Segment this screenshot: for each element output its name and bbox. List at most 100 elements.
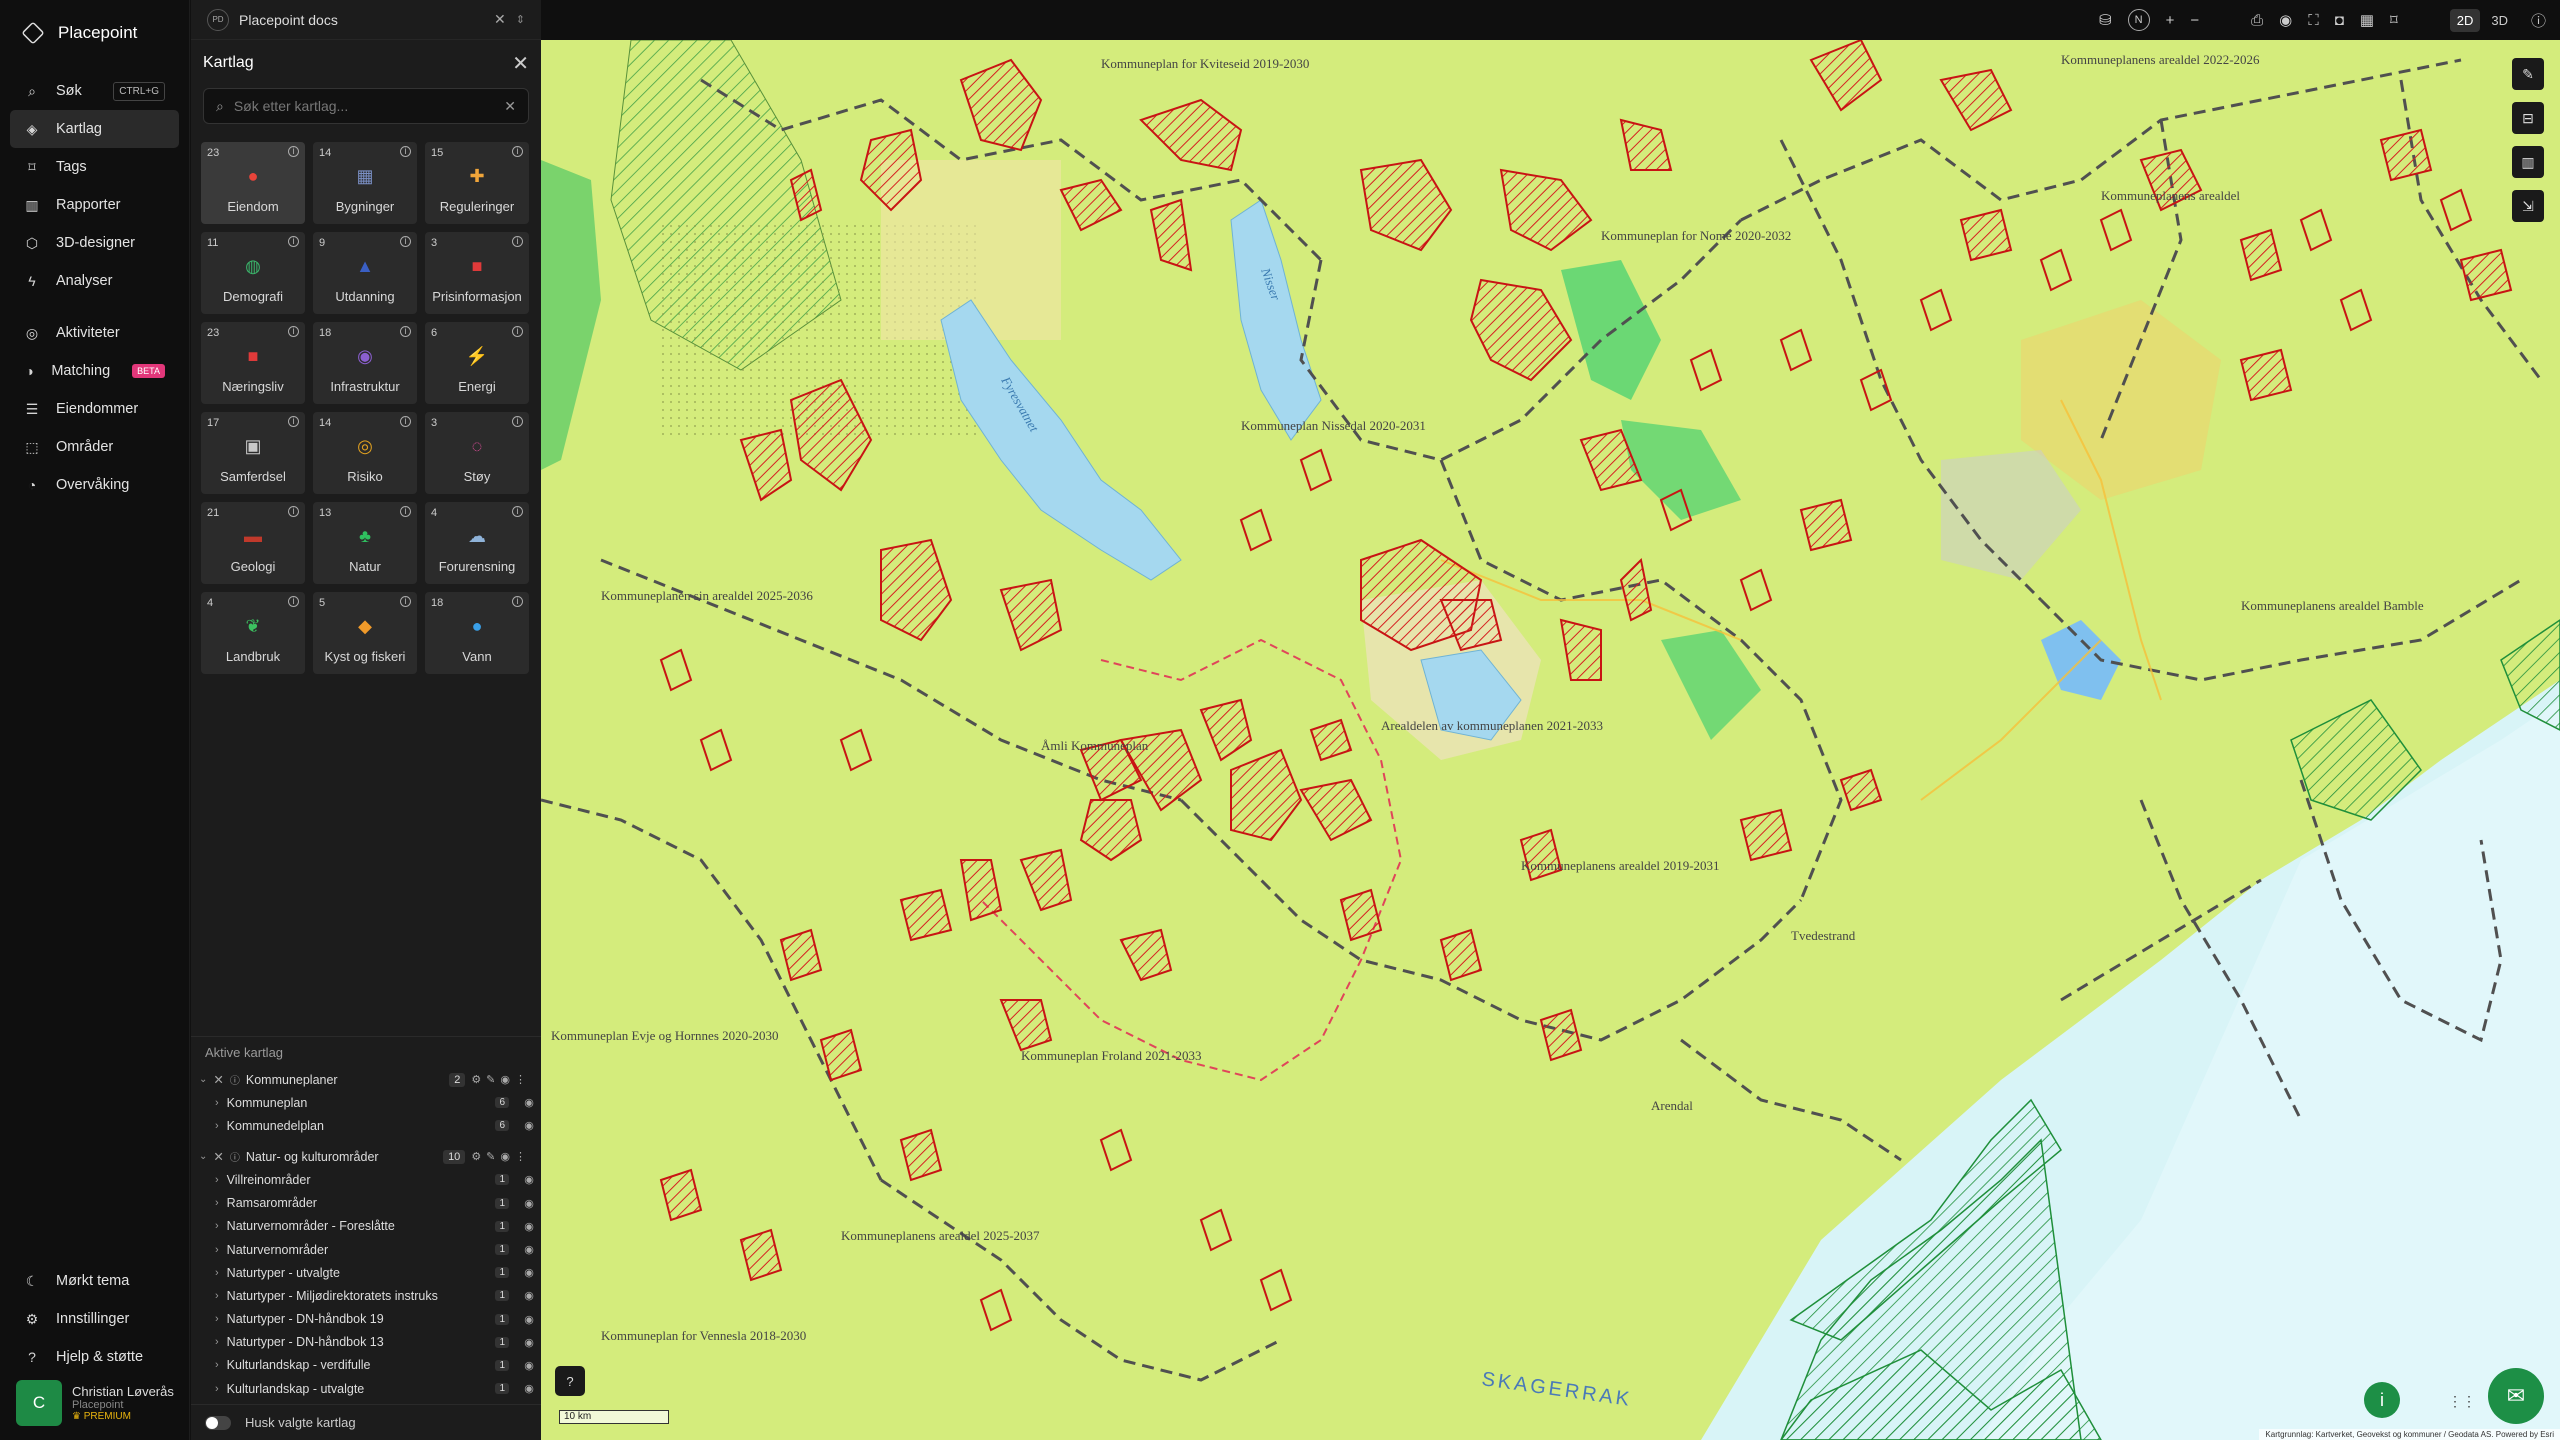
layer-row[interactable]: › Kulturlandskap - utvalgte 1 ◉ (191, 1377, 541, 1400)
layer-row[interactable]: › Naturtyper - DN-håndbok 13 1 ◉ (191, 1331, 541, 1354)
close-panel-icon[interactable]: ✕ (512, 51, 529, 76)
chevron-right-icon[interactable]: › (215, 1290, 219, 1302)
chevron-right-icon[interactable]: › (215, 1120, 219, 1132)
measure-tool-icon[interactable]: ⊟ (2512, 102, 2544, 134)
visibility-eye-icon[interactable]: ◉ (517, 1266, 541, 1279)
layer-row[interactable]: › Naturtyper - Miljødirektoratets instruk… (191, 1284, 541, 1307)
nav-item-kartlag[interactable]: ◈ Kartlag (10, 110, 179, 148)
chart-tool-icon[interactable]: ▥ (2512, 146, 2544, 178)
info-icon[interactable]: i (288, 326, 299, 337)
category-tile-energi[interactable]: 6 i ⚡ Energi (425, 322, 529, 404)
zoom-out-icon[interactable]: − (2190, 12, 2199, 29)
zoom-in-icon[interactable]: + (2166, 12, 2175, 29)
brand[interactable]: Placepoint (0, 0, 189, 66)
category-tile-forurensning[interactable]: 4 i ☁ Forurensning (425, 502, 529, 584)
info-icon[interactable]: ⓘ (230, 1072, 240, 1087)
remove-group-icon[interactable]: ✕ (213, 1072, 223, 1087)
visibility-eye-icon[interactable]: ◉ (517, 1096, 541, 1109)
nav-item-matching[interactable]: ◑ Matching BETA (10, 352, 179, 390)
chevron-right-icon[interactable]: › (215, 1197, 219, 1209)
nav-item-help[interactable]: ? Hjelp & støtte (10, 1338, 180, 1376)
info-icon[interactable]: i (288, 596, 299, 607)
nav-item-dark-theme[interactable]: ☾ Mørkt tema (10, 1262, 180, 1300)
info-icon[interactable]: i (512, 146, 523, 157)
nav-item-sok[interactable]: ⌕ Søk CTRL+G (10, 72, 179, 110)
chevron-down-icon[interactable]: ⌄ (199, 1151, 207, 1162)
help-button[interactable]: ? (555, 1366, 585, 1396)
category-tile-samferdsel[interactable]: 17 i ▣ Samferdsel (201, 412, 305, 494)
visibility-eye-icon[interactable]: ◉ (517, 1336, 541, 1349)
layer-row[interactable]: › Naturvernområder 1 ◉ (191, 1238, 541, 1261)
nav-item-settings[interactable]: ⚙ Innstillinger (10, 1300, 180, 1338)
eye-icon[interactable]: ◉ (2279, 11, 2292, 29)
visibility-eye-icon[interactable]: ◉ (517, 1313, 541, 1326)
info-icon[interactable]: ⓘ (230, 1149, 240, 1164)
info-icon[interactable]: i (512, 236, 523, 247)
visibility-eye-icon[interactable]: ◉ (517, 1382, 541, 1395)
chevron-right-icon[interactable]: › (215, 1174, 219, 1186)
category-tile-eiendom[interactable]: 23 i ● Eiendom (201, 142, 305, 224)
layer-search-input[interactable] (233, 98, 495, 114)
category-tile-utdanning[interactable]: 9 i ▲ Utdanning (313, 232, 417, 314)
chevron-right-icon[interactable]: › (215, 1336, 219, 1348)
visibility-eye-icon[interactable]: ◉ (517, 1173, 541, 1186)
nav-item-eiendommer[interactable]: ☰ Eiendommer (10, 390, 179, 428)
info-icon[interactable]: i (512, 596, 523, 607)
info-icon[interactable]: i (400, 236, 411, 247)
remember-toggle[interactable] (205, 1415, 231, 1430)
chat-button[interactable]: ✉ (2488, 1368, 2544, 1424)
group-tools[interactable]: ⚙✎◉⋮ (471, 1150, 531, 1163)
info-button[interactable]: i (2364, 1382, 2400, 1418)
chevron-updown-icon[interactable]: ⇕ (516, 13, 525, 26)
grid-icon[interactable]: ▦ (2360, 11, 2374, 29)
share-tool-icon[interactable]: ⇲ (2512, 190, 2544, 222)
layer-row[interactable]: › Naturtyper - DN-håndbok 19 1 ◉ (191, 1308, 541, 1331)
chevron-right-icon[interactable]: › (215, 1267, 219, 1279)
workspace-bar[interactable]: PD Placepoint docs ✕ ⇕ (191, 0, 541, 40)
remove-group-icon[interactable]: ✕ (213, 1149, 223, 1164)
info-icon[interactable]: i (400, 506, 411, 517)
bookmark-icon[interactable]: ⌑ (2390, 11, 2398, 29)
mode-2d-button[interactable]: 2D (2449, 8, 2481, 32)
info-icon[interactable]: i (288, 236, 299, 247)
print-icon[interactable]: ⎙ (2251, 12, 2263, 29)
nav-item-tags[interactable]: ⌑ Tags (10, 148, 179, 186)
chevron-down-icon[interactable]: ⌄ (199, 1074, 207, 1085)
info-icon[interactable]: i (400, 596, 411, 607)
group-tools[interactable]: ⚙✎◉⋮ (471, 1073, 531, 1086)
info-icon[interactable]: i (400, 146, 411, 157)
category-tile-geologi[interactable]: 21 i ▬ Geologi (201, 502, 305, 584)
category-tile-næringsliv[interactable]: 23 i ■ Næringsliv (201, 322, 305, 404)
layer-row[interactable]: › Kulturlandskap - verdifulle 1 ◉ (191, 1354, 541, 1377)
chevron-right-icon[interactable]: › (215, 1244, 219, 1256)
camera-icon[interactable]: ◘ (2335, 12, 2344, 29)
mode-3d-button[interactable]: 3D (2484, 9, 2515, 32)
map-canvas[interactable]: Kommuneplan for Kviteseid 2019-2030 Komm… (541, 40, 2560, 1440)
fullscreen-icon[interactable]: ⛶ (2308, 12, 2319, 29)
category-tile-kyst-og-fiskeri[interactable]: 5 i ◆ Kyst og fiskeri (313, 592, 417, 674)
info-icon[interactable]: i (512, 326, 523, 337)
category-tile-infrastruktur[interactable]: 18 i ◉ Infrastruktur (313, 322, 417, 404)
layers-stack-icon[interactable]: ⛁ (2099, 11, 2112, 29)
nav-item-aktiviteter[interactable]: ◎ Aktiviteter (10, 314, 179, 352)
category-tile-bygninger[interactable]: 14 i ▦ Bygninger (313, 142, 417, 224)
info-icon[interactable]: i (288, 146, 299, 157)
category-tile-reguleringer[interactable]: 15 i ✚ Reguleringer (425, 142, 529, 224)
visibility-eye-icon[interactable]: ◉ (517, 1197, 541, 1210)
category-tile-prisinformasjon[interactable]: 3 i ■ Prisinformasjon (425, 232, 529, 314)
visibility-eye-icon[interactable]: ◉ (517, 1119, 541, 1132)
close-workspace-icon[interactable]: ✕ (494, 11, 506, 28)
info-icon[interactable]: i (288, 506, 299, 517)
info-icon[interactable]: ⓘ (2531, 10, 2546, 31)
chevron-right-icon[interactable]: › (215, 1359, 219, 1371)
nav-item-analyser[interactable]: ϟ Analyser (10, 262, 179, 300)
info-icon[interactable]: i (288, 416, 299, 427)
info-icon[interactable]: i (512, 506, 523, 517)
visibility-eye-icon[interactable]: ◉ (517, 1220, 541, 1233)
chevron-right-icon[interactable]: › (215, 1383, 219, 1395)
clear-search-icon[interactable]: ✕ (504, 98, 516, 115)
layer-row[interactable]: › Ramsarområder 1 ◉ (191, 1192, 541, 1215)
category-tile-demografi[interactable]: 11 i ◍ Demografi (201, 232, 305, 314)
user-card[interactable]: C Christian Løverås Placepoint ♛ PREMIUM (16, 1380, 174, 1426)
drag-handle-icon[interactable]: ⋮⋮ (2448, 1393, 2476, 1410)
